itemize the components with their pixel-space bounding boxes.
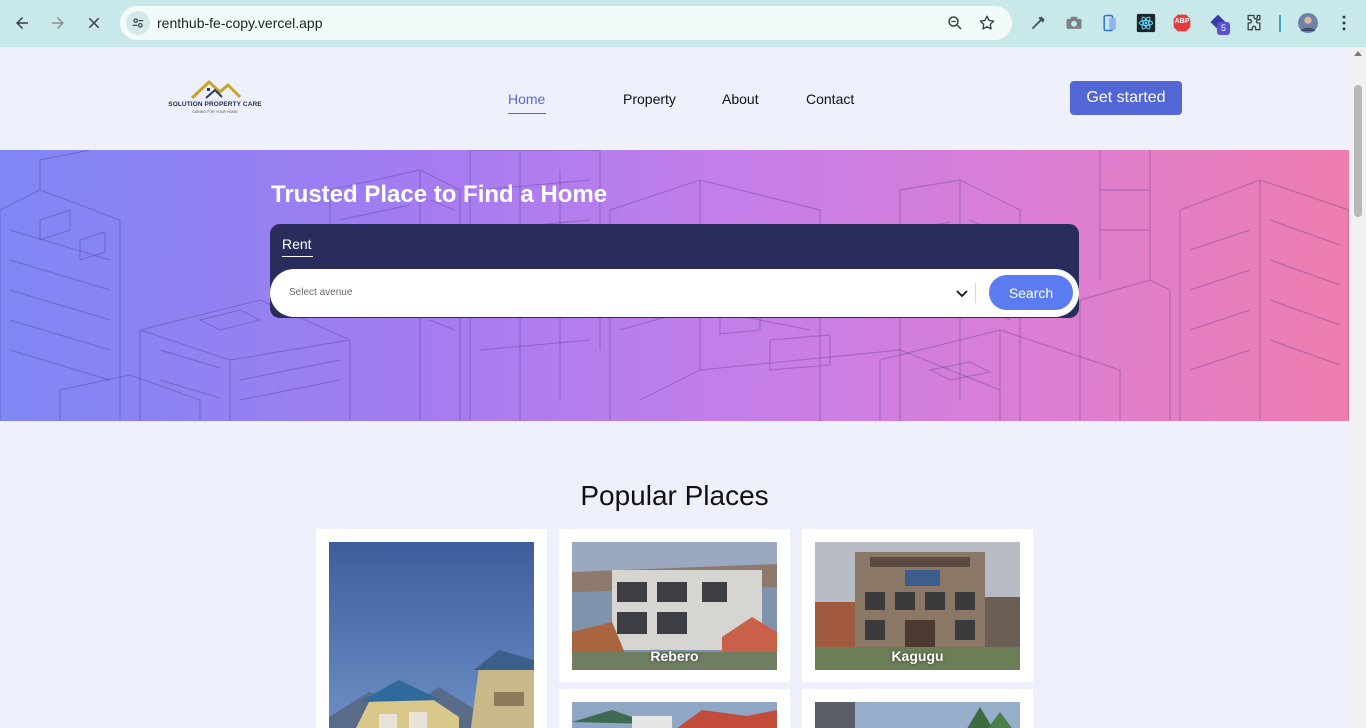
nav-home[interactable]: Home	[508, 91, 545, 107]
select-divider	[975, 283, 976, 303]
more-menu-icon[interactable]	[1333, 12, 1355, 34]
tab-active-underline	[282, 256, 313, 257]
eyedropper-icon[interactable]	[1027, 12, 1049, 34]
place-label: Kagugu	[891, 648, 944, 664]
hero-title: Trusted Place to Find a Home	[271, 181, 608, 208]
place-card[interactable]	[802, 689, 1033, 728]
site-info-button[interactable]	[126, 11, 150, 35]
tune-icon	[132, 18, 144, 28]
search-bar: Select avenue Search	[270, 269, 1079, 317]
chevron-down-icon[interactable]	[954, 285, 970, 301]
phone-mirror-icon[interactable]	[1099, 12, 1121, 34]
place-photo: Kagugu	[815, 542, 1020, 670]
zoom-icon[interactable]	[946, 14, 964, 32]
get-started-button[interactable]: Get started	[1070, 81, 1182, 115]
logo-tagline: CARING FOR YOUR HOME	[192, 110, 238, 114]
url-text[interactable]: renthub-fe-copy.vercel.app	[157, 15, 323, 31]
camera-icon[interactable]	[1063, 12, 1085, 34]
place-label: Rebero	[650, 648, 699, 664]
bookmark-star-icon[interactable]	[978, 14, 996, 32]
stop-loading-button[interactable]	[80, 9, 108, 37]
scroll-thumb[interactable]	[1354, 85, 1362, 217]
place-photo	[329, 542, 534, 728]
hero-banner: Trusted Place to Find a Home Rent Select…	[0, 150, 1349, 421]
avenue-select[interactable]: Select avenue	[289, 287, 352, 298]
back-button[interactable]	[8, 9, 36, 37]
nav-active-underline	[508, 113, 546, 114]
arrow-right-icon	[52, 17, 64, 29]
search-panel: Rent Select avenue Search	[270, 224, 1079, 318]
puzzle-icon[interactable]	[1243, 12, 1265, 34]
logo[interactable]: SOLUTION PROPERTY CARE CARING FOR YOUR H…	[162, 77, 268, 119]
page-scrollbar[interactable]	[1349, 47, 1366, 728]
house-roof-icon	[190, 80, 242, 100]
address-bar[interactable]: renthub-fe-copy.vercel.app	[120, 6, 1012, 40]
react-devtools-icon[interactable]	[1135, 12, 1157, 34]
extension-badge: 5	[1217, 22, 1230, 35]
place-card[interactable]	[559, 689, 790, 728]
badge-extension-icon[interactable]: 5	[1207, 12, 1230, 35]
place-card[interactable]	[316, 529, 547, 728]
place-photo: Rebero	[572, 542, 777, 670]
section-title: Popular Places	[580, 480, 769, 511]
forward-button[interactable]	[44, 9, 72, 37]
logo-name: SOLUTION PROPERTY CARE	[168, 101, 262, 108]
nav-about[interactable]: About	[722, 91, 759, 107]
toolbar-separator	[1279, 15, 1281, 32]
browser-toolbar: renthub-fe-copy.vercel.app ABP 5	[0, 0, 1366, 47]
nav-contact[interactable]: Contact	[806, 91, 854, 107]
avatar[interactable]	[1297, 12, 1319, 34]
site-header: SOLUTION PROPERTY CARE CARING FOR YOUR H…	[0, 47, 1349, 150]
scroll-up-arrow-icon[interactable]	[1354, 51, 1362, 56]
place-photo	[572, 702, 777, 728]
arrow-left-icon	[16, 17, 28, 29]
place-card[interactable]: Rebero	[559, 529, 790, 682]
adblock-plus-icon[interactable]: ABP	[1171, 12, 1193, 34]
search-button[interactable]: Search	[989, 275, 1073, 310]
nav-property[interactable]: Property	[623, 91, 676, 107]
tab-rent[interactable]: Rent	[282, 236, 312, 252]
page-viewport: SOLUTION PROPERTY CARE CARING FOR YOUR H…	[0, 47, 1349, 728]
close-icon	[88, 17, 100, 29]
place-card[interactable]: Kagugu	[802, 529, 1033, 682]
place-photo	[815, 702, 1020, 728]
abp-label: ABP	[1174, 18, 1190, 25]
